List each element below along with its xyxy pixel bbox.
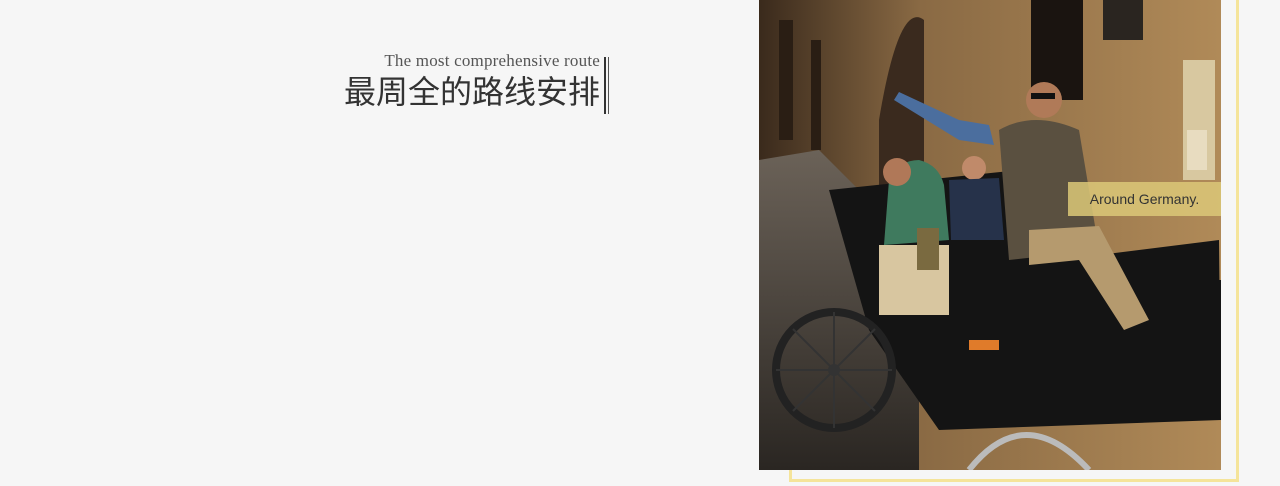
title-divider-line <box>608 57 609 114</box>
section-title: 最周全的路线安排 <box>343 73 600 111</box>
section-subtitle: The most comprehensive route <box>384 51 600 70</box>
section-heading: The most comprehensive route 最周全的路线安排 <box>344 50 600 112</box>
carriage-photo <box>759 0 1221 470</box>
title-divider-bar <box>604 57 606 114</box>
photo-caption: Around Germany. <box>1068 182 1221 216</box>
